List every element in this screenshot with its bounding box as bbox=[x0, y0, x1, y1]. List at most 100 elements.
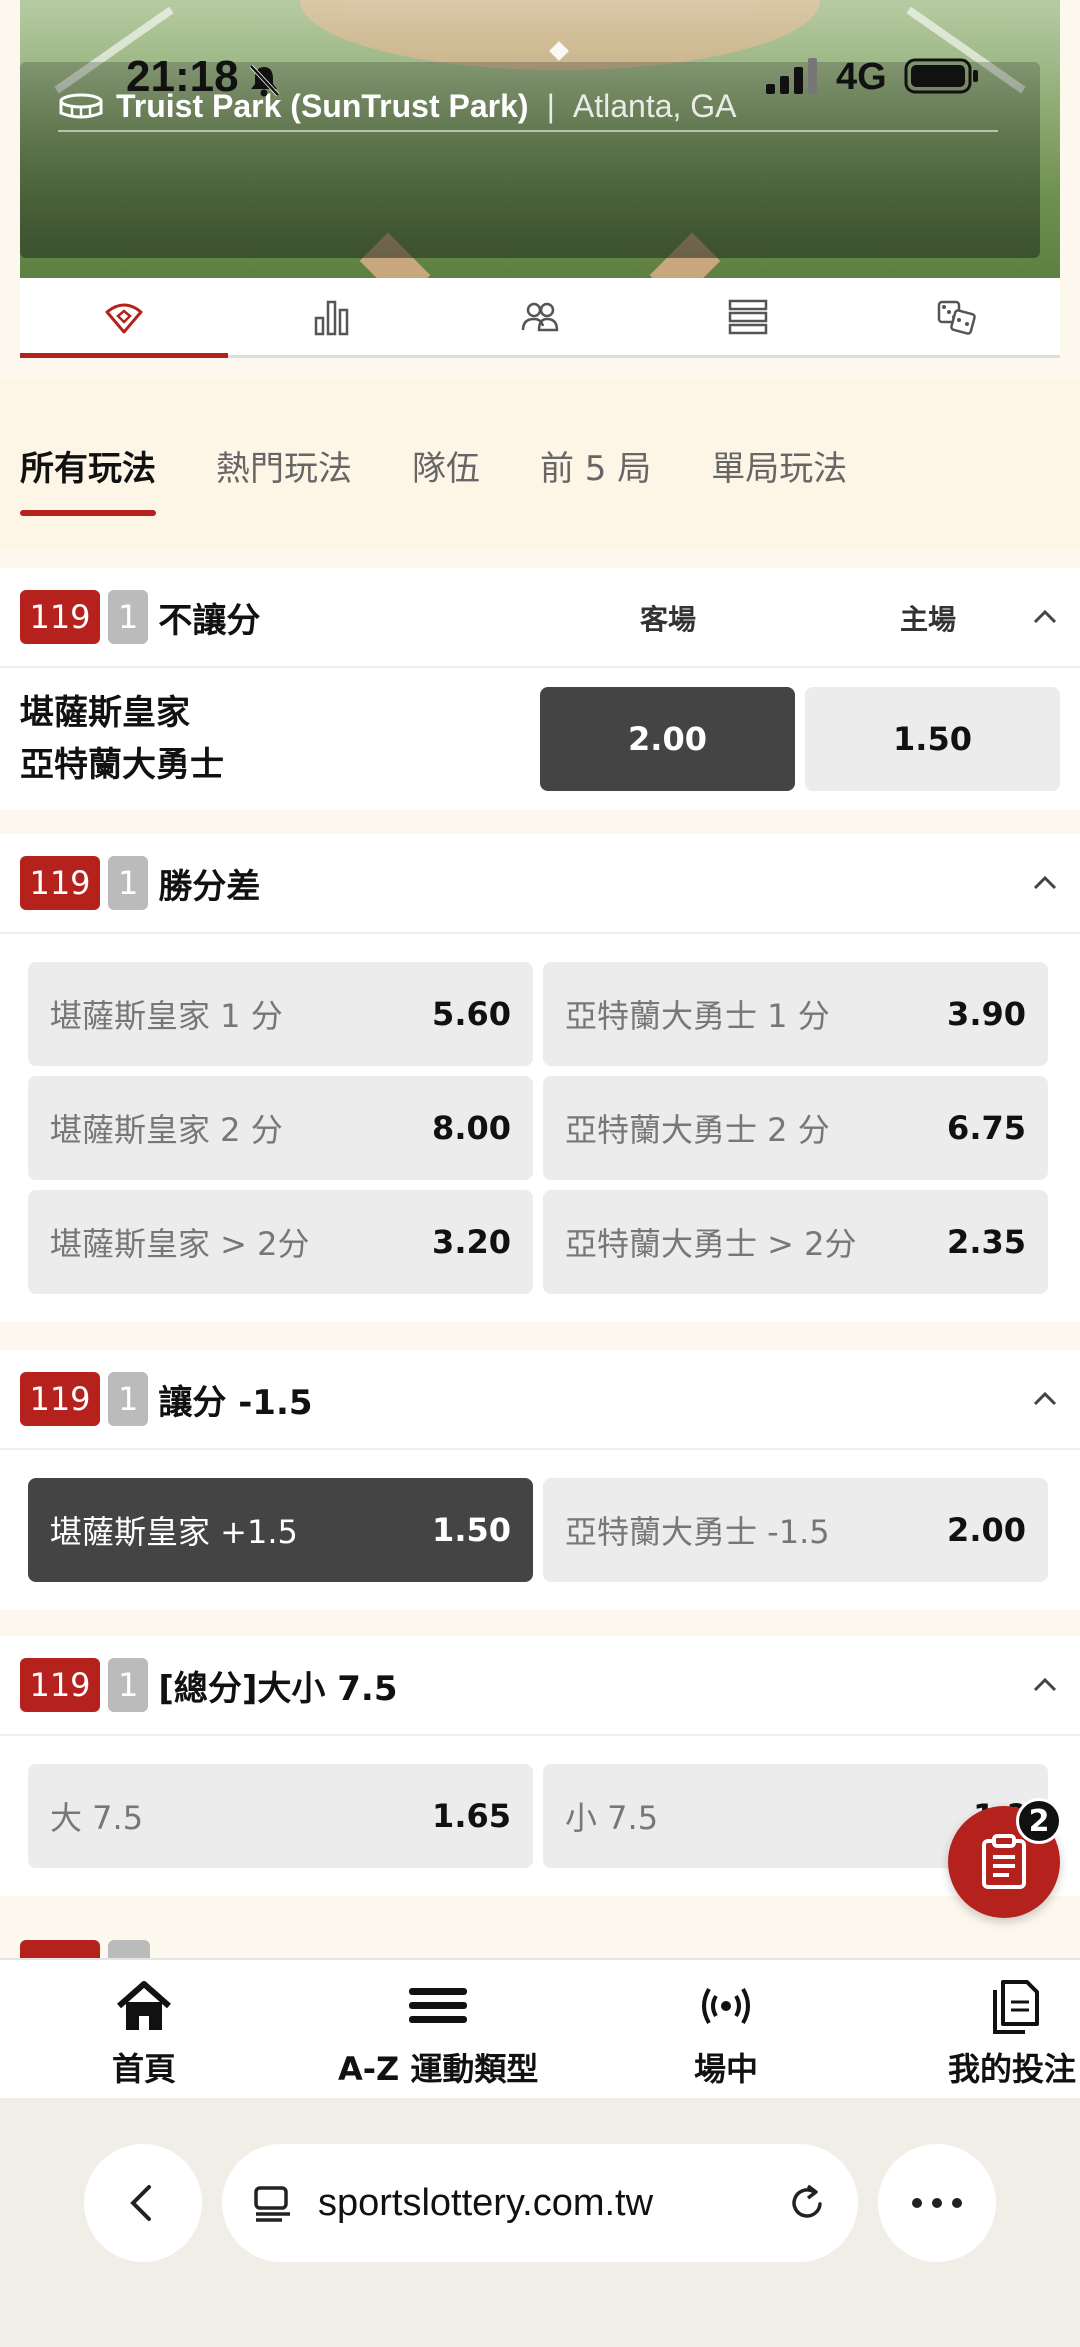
tab-lineup[interactable] bbox=[436, 278, 644, 355]
option-odd: 6.75 bbox=[947, 1109, 1026, 1147]
option-odd: 1.50 bbox=[432, 1511, 511, 1549]
market-header[interactable]: 119 1 勝分差 bbox=[0, 834, 1080, 934]
menu-icon bbox=[409, 1988, 468, 2023]
more-dots-icon bbox=[912, 2198, 962, 2208]
documents-icon bbox=[993, 1980, 1039, 2034]
tab-field[interactable] bbox=[20, 278, 228, 358]
chevron-up-icon[interactable] bbox=[1032, 606, 1058, 626]
next-market-leg-peek bbox=[108, 1940, 150, 1958]
leg-number: 1 bbox=[108, 590, 149, 644]
people-icon bbox=[521, 302, 559, 331]
cellular-signal-icon bbox=[766, 58, 817, 94]
nav-live[interactable]: 場中 bbox=[694, 1978, 758, 2090]
tab-all-bets[interactable]: 所有玩法 bbox=[20, 429, 156, 516]
live-broadcast-icon bbox=[702, 1987, 750, 2025]
tab-list[interactable] bbox=[644, 278, 852, 355]
odd-option[interactable]: 堪薩斯皇家 1 分 5.60 bbox=[28, 962, 533, 1066]
market-title: [總分]大小 7.5 bbox=[158, 1668, 398, 1709]
column-home: 主場 bbox=[900, 603, 957, 636]
option-label: 堪薩斯皇家 1 分 bbox=[50, 997, 283, 1035]
odd-home-button[interactable]: 1.50 bbox=[805, 687, 1060, 791]
nav-home[interactable]: 首頁 bbox=[112, 1978, 176, 2090]
dice-icon bbox=[937, 300, 976, 335]
chevron-up-icon[interactable] bbox=[1032, 1674, 1058, 1694]
market-winning-margin: 119 1 勝分差 堪薩斯皇家 1 分 5.60 亞特蘭大勇士 1 分 3.90 堪… bbox=[0, 834, 1080, 1322]
leg-number: 1 bbox=[108, 1658, 149, 1712]
clipboard-icon bbox=[982, 1834, 1026, 1889]
odds-grid: 大 7.51.65 小 7.51.? bbox=[0, 1736, 1080, 1896]
chevron-up-icon[interactable] bbox=[1032, 872, 1058, 892]
option-odd: 1.65 bbox=[432, 1797, 511, 1835]
match-view-tabs bbox=[20, 278, 1060, 358]
leg-number: 1 bbox=[108, 1372, 149, 1426]
option-odd: 5.60 bbox=[432, 995, 511, 1033]
odd-option[interactable]: 亞特蘭大勇士 -1.5 2.00 bbox=[543, 1478, 1048, 1582]
market-handicap: 119 1 讓分 -1.5 堪薩斯皇家 +1.5 1.50 亞特蘭大勇士 -1.5… bbox=[0, 1350, 1080, 1610]
option-label: 堪薩斯皇家 2 分 bbox=[50, 1111, 283, 1149]
bottom-navigation: 首頁 A-Z 運動類型 場中 我的投注 bbox=[0, 1958, 1080, 2098]
option-label: 大 7.5 bbox=[50, 1799, 144, 1837]
bet-type-tabs: 所有玩法 熱門玩法 隊伍 前 5 局 單局玩法 bbox=[0, 380, 1080, 550]
team-names: 堪薩斯皇家 亞特蘭大勇士 bbox=[20, 687, 530, 791]
market-header[interactable]: 119 1 不讓分 客場 主場 bbox=[0, 568, 1080, 668]
market-header[interactable]: 119 1 [總分]大小 7.5 bbox=[0, 1636, 1080, 1736]
odd-option[interactable]: 亞特蘭大勇士 > 2分 2.35 bbox=[543, 1190, 1048, 1294]
odd-option[interactable]: 大 7.5 1.65 bbox=[28, 1764, 533, 1868]
bar-chart-icon bbox=[314, 300, 349, 335]
option-label: 堪薩斯皇家 +1.5 bbox=[50, 1513, 298, 1551]
odd-option[interactable]: 亞特蘭大勇士 2 分 6.75 bbox=[543, 1076, 1048, 1180]
option-label: 亞特蘭大勇士 -1.5 bbox=[565, 1513, 830, 1551]
market-moneyline: 119 1 不讓分 客場 主場 堪薩斯皇家 亞特蘭大勇士 2.00 1.50 bbox=[0, 568, 1080, 810]
match-number: 119 bbox=[20, 856, 100, 910]
next-market-peek bbox=[20, 1940, 100, 1958]
market-total: 119 1 [總分]大小 7.5 大 7.51.65 小 7.51.? bbox=[0, 1636, 1080, 1896]
odds-grid: 堪薩斯皇家 1 分 5.60 亞特蘭大勇士 1 分 3.90 堪薩斯皇家 2 分 8.… bbox=[0, 934, 1080, 1322]
network-type: 4G bbox=[836, 56, 887, 98]
odd-option[interactable]: 堪薩斯皇家 > 2分 3.20 bbox=[28, 1190, 533, 1294]
odd-option[interactable]: 堪薩斯皇家 2 分 8.00 bbox=[28, 1076, 533, 1180]
status-time: 21:18 bbox=[126, 52, 239, 101]
tab-dice[interactable] bbox=[852, 278, 1060, 355]
market-title: 勝分差 bbox=[158, 866, 261, 907]
option-label: 亞特蘭大勇士 1 分 bbox=[565, 997, 830, 1035]
tab-team-bets[interactable]: 隊伍 bbox=[412, 429, 480, 502]
tab-first-5-innings[interactable]: 前 5 局 bbox=[540, 429, 651, 502]
browser-more-button[interactable] bbox=[878, 2144, 996, 2262]
betslip-button[interactable]: 2 bbox=[948, 1798, 1062, 1918]
option-label: 亞特蘭大勇士 2 分 bbox=[565, 1111, 830, 1149]
url-text: sportslottery.com.tw bbox=[318, 2181, 654, 2224]
market-header[interactable]: 119 1 讓分 -1.5 bbox=[0, 1350, 1080, 1450]
team-home: 亞特蘭大勇士 bbox=[20, 745, 224, 785]
nav-mybets-label: 我的投注 bbox=[948, 2050, 1077, 2088]
nav-my-bets[interactable]: 我的投注 bbox=[948, 1978, 1076, 2090]
team-away: 堪薩斯皇家 bbox=[20, 693, 190, 733]
option-odd: 8.00 bbox=[432, 1109, 511, 1147]
address-bar[interactable]: sportslottery.com.tw bbox=[222, 2144, 858, 2262]
market-title: 不讓分 bbox=[158, 600, 261, 641]
chevron-left-icon bbox=[130, 2185, 151, 2221]
tab-stats[interactable] bbox=[228, 278, 436, 355]
reload-icon[interactable] bbox=[786, 2182, 828, 2224]
leg-number: 1 bbox=[108, 856, 149, 910]
odd-away-button[interactable]: 2.00 bbox=[540, 687, 795, 791]
baseball-field-icon bbox=[105, 303, 143, 333]
browser-back-button[interactable] bbox=[84, 2144, 202, 2262]
option-odd: 3.90 bbox=[947, 995, 1026, 1033]
option-odd: 2.35 bbox=[947, 1223, 1026, 1261]
chevron-up-icon[interactable] bbox=[1032, 1388, 1058, 1408]
tab-popular-bets[interactable]: 熱門玩法 bbox=[216, 429, 352, 502]
moneyline-row: 堪薩斯皇家 亞特蘭大勇士 2.00 1.50 bbox=[0, 668, 1080, 810]
betslip-count-badge: 2 bbox=[1016, 1798, 1062, 1844]
odd-option-selected[interactable]: 堪薩斯皇家 +1.5 1.50 bbox=[28, 1478, 533, 1582]
tab-single-inning[interactable]: 單局玩法 bbox=[711, 429, 847, 502]
match-number: 119 bbox=[20, 590, 100, 644]
column-away: 客場 bbox=[640, 603, 697, 636]
bell-muted-icon bbox=[249, 64, 280, 97]
nav-sports-az[interactable]: A-Z 運動類型 bbox=[338, 1978, 538, 2090]
page-settings-icon[interactable] bbox=[252, 2182, 294, 2224]
option-label: 小 7.5 bbox=[565, 1799, 659, 1837]
battery-icon bbox=[904, 58, 978, 94]
browser-toolbar: sportslottery.com.tw bbox=[0, 2098, 1080, 2347]
odd-option[interactable]: 亞特蘭大勇士 1 分 3.90 bbox=[543, 962, 1048, 1066]
option-odd: 3.20 bbox=[432, 1223, 511, 1261]
